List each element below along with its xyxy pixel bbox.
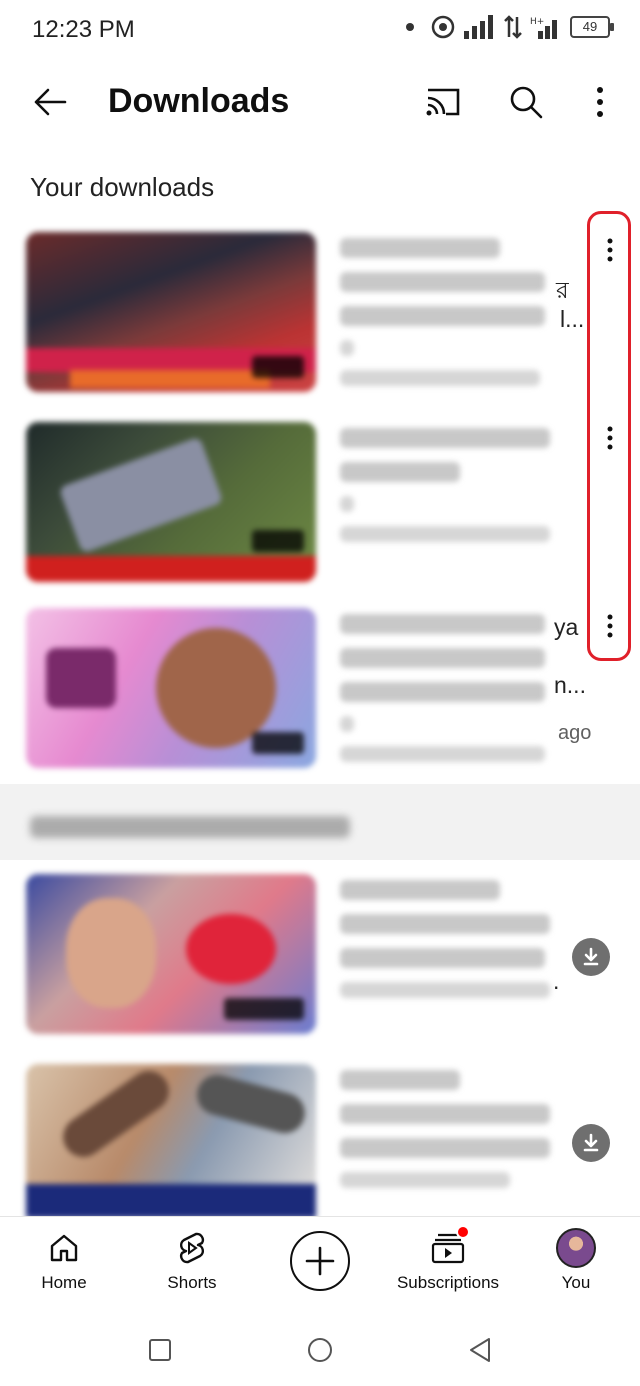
status-bar: 12:23 PM H+ 49 (0, 0, 640, 60)
signal-icon (464, 15, 493, 39)
more-options-button[interactable] (576, 76, 624, 128)
status-time: 12:23 PM (32, 16, 135, 43)
app-bar: Downloads (0, 64, 640, 140)
shorts-icon (179, 1232, 205, 1264)
recommended-item[interactable]: . (0, 872, 640, 1034)
video-thumbnail[interactable] (26, 1064, 316, 1218)
video-title-fragment: n... (554, 672, 586, 698)
highlight-box (587, 211, 631, 661)
video-thumbnail[interactable] (26, 874, 316, 1034)
circle-icon (308, 1338, 332, 1362)
bottom-navigation: Home Shorts Subscriptions You (0, 1216, 640, 1312)
download-item[interactable]: র l... (0, 230, 640, 392)
video-title-blurred (340, 238, 555, 400)
avatar (556, 1228, 596, 1268)
nav-subscriptions-label: Subscriptions (396, 1273, 500, 1292)
system-navigation-bar (0, 1312, 640, 1386)
your-downloads-heading: Your downloads (30, 172, 215, 202)
square-icon (149, 1339, 171, 1361)
back-system-button[interactable] (458, 1328, 502, 1372)
nav-you-label: You (561, 1273, 591, 1292)
battery-icon: 49 (570, 16, 614, 38)
video-duration (252, 356, 304, 378)
video-duration (252, 732, 304, 754)
video-thumbnail[interactable] (26, 608, 316, 768)
video-title-blurred (340, 1070, 555, 1202)
plus-icon (305, 1246, 335, 1276)
cast-button[interactable] (416, 76, 468, 128)
signal-h-plus-icon: H+ (530, 17, 557, 39)
nav-you[interactable]: You (512, 1227, 640, 1307)
create-button[interactable] (290, 1231, 350, 1291)
dot-icon (406, 23, 414, 31)
search-button[interactable] (500, 76, 552, 128)
back-button[interactable] (24, 78, 76, 126)
video-title-blurred (340, 428, 555, 556)
nav-home[interactable]: Home (0, 1227, 128, 1307)
triangle-back-icon (470, 1338, 490, 1362)
search-icon (510, 86, 543, 119)
download-button[interactable] (572, 1124, 610, 1162)
video-title-blurred (340, 614, 555, 776)
download-item[interactable] (0, 420, 640, 582)
svg-text:H+: H+ (530, 17, 544, 27)
recents-button[interactable] (138, 1328, 182, 1372)
download-button[interactable] (572, 938, 610, 976)
page-title: Downloads (108, 82, 290, 120)
video-duration (224, 998, 304, 1020)
nav-subscriptions[interactable]: Subscriptions (384, 1225, 512, 1307)
home-icon (50, 1234, 78, 1262)
more-vert-icon (597, 87, 603, 117)
download-icon (583, 1133, 599, 1152)
home-system-button[interactable] (298, 1328, 342, 1372)
video-channel-fragment: . (553, 968, 560, 994)
video-title-fragment: l... (560, 306, 585, 332)
video-duration (252, 530, 304, 552)
download-item[interactable]: ya n... ago (0, 606, 640, 768)
nav-shorts[interactable]: Shorts (128, 1227, 256, 1307)
video-title-blurred (340, 880, 555, 1012)
back-arrow-icon (34, 88, 67, 116)
video-thumbnail[interactable] (26, 232, 316, 392)
status-icons: H+ 49 (406, 14, 614, 40)
cast-icon (426, 88, 460, 116)
nav-shorts-label: Shorts (167, 1273, 217, 1292)
recommended-heading-blurred (30, 816, 350, 838)
data-arrows-icon (504, 15, 522, 39)
nav-home-label: Home (41, 1273, 87, 1292)
notification-dot (456, 1225, 470, 1239)
download-icon (583, 947, 599, 966)
video-title-fragment: ya (554, 614, 579, 640)
video-age-fragment: ago (558, 722, 592, 744)
recommended-item[interactable] (0, 1062, 640, 1218)
hotspot-icon (431, 15, 455, 39)
video-thumbnail[interactable] (26, 422, 316, 582)
